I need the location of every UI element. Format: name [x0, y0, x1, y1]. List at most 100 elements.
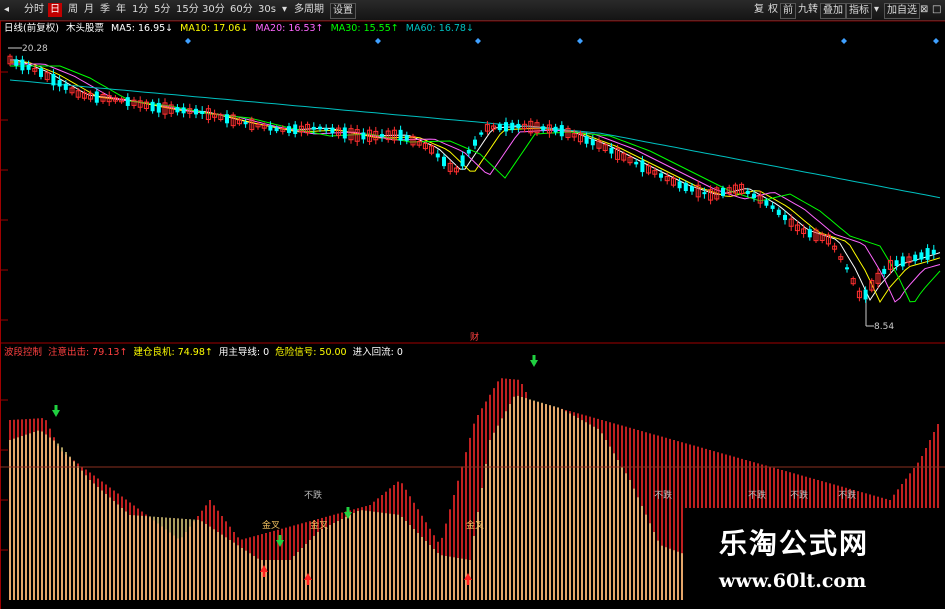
- indicator-value-1: 注意出击: 79.13↑: [48, 347, 128, 358]
- candle: [913, 254, 918, 262]
- candle: [51, 74, 56, 86]
- candle: [175, 107, 180, 113]
- watermark-url: www.60lt.com: [719, 570, 867, 592]
- candle: [243, 122, 248, 125]
- indicator-legend: 波段控制 注意出击: 79.13↑ 建仓良机: 74.98↑ 用主导线: 0 危…: [4, 347, 406, 359]
- buy-signal-label: 金叉: [310, 521, 329, 531]
- indicator-value-5: 进入回流: 0: [352, 347, 403, 358]
- candle: [274, 127, 279, 132]
- ma60-value: MA60: 16.78↓: [405, 23, 474, 34]
- period-label: 日线(前复权): [4, 23, 59, 34]
- candle: [473, 139, 477, 146]
- sell-signal-label: 不跌: [790, 491, 809, 501]
- candle: [659, 173, 663, 178]
- candle: [181, 107, 186, 114]
- event-diamond-icon: [933, 38, 939, 44]
- candle: [39, 68, 43, 77]
- candle: [516, 123, 521, 129]
- buy-signal-label: 金叉: [466, 521, 485, 531]
- candle: [584, 136, 589, 144]
- sell-signal-label: 不跌: [748, 491, 767, 501]
- candle: [702, 192, 707, 195]
- candle: [156, 102, 161, 113]
- candle: [404, 135, 409, 141]
- ma10-line: [10, 61, 941, 304]
- candle: [745, 190, 750, 195]
- ma30-value: MA30: 15.55↑: [330, 23, 399, 34]
- candle: [510, 122, 515, 131]
- candle: [318, 126, 322, 130]
- candle: [721, 187, 725, 197]
- ma5-line: [10, 59, 941, 302]
- event-diamond-icon: [185, 38, 191, 44]
- candle: [640, 160, 645, 173]
- candle: [20, 59, 25, 71]
- candle: [311, 126, 316, 130]
- candle: [677, 181, 682, 189]
- indicator-value-3: 用主导线: 0: [218, 347, 270, 358]
- candle: [342, 127, 347, 139]
- candle: [287, 126, 291, 133]
- low-price-label: 8.54: [874, 322, 895, 332]
- ma-legend: 日线(前复权) 木头股票 MA5: 16.95↓ MA10: 17.06↓ MA…: [4, 23, 478, 35]
- candle: [894, 260, 899, 267]
- candle: [293, 124, 298, 135]
- candle: [919, 252, 924, 260]
- event-diamond-icon: [841, 38, 847, 44]
- stock-name: 木头股票: [65, 23, 104, 34]
- candle: [683, 182, 688, 192]
- candle: [752, 193, 756, 199]
- candle: [150, 101, 155, 112]
- buy-arrow-icon: [262, 572, 266, 577]
- ma5-value: MA5: 16.95↓: [111, 23, 174, 34]
- candle: [634, 161, 639, 165]
- candle: [200, 111, 205, 114]
- candle: [225, 114, 229, 124]
- candle: [268, 125, 273, 131]
- candle: [764, 200, 769, 206]
- candle: [63, 83, 68, 90]
- candle: [541, 126, 546, 131]
- candle: [466, 149, 471, 154]
- candle: [324, 128, 329, 131]
- candle: [435, 153, 440, 158]
- sell-arrow-icon: [530, 360, 538, 367]
- candle: [559, 125, 564, 137]
- candle: [863, 289, 868, 300]
- candle: [380, 134, 384, 137]
- candle: [57, 80, 62, 87]
- ma20-value: MA20: 16.53↑: [255, 23, 324, 34]
- candle: [770, 205, 775, 209]
- candle: [900, 256, 905, 267]
- event-diamond-icon: [577, 38, 583, 44]
- candle: [460, 155, 465, 167]
- candle: [882, 268, 887, 274]
- candle: [553, 126, 558, 133]
- sell-arrow-icon: [346, 507, 350, 512]
- candle: [925, 248, 930, 260]
- ma20-line: [10, 63, 941, 303]
- candle: [398, 129, 403, 141]
- candle: [330, 127, 335, 134]
- candle: [94, 91, 99, 103]
- candle: [14, 59, 19, 66]
- finance-marker[interactable]: 财: [470, 330, 479, 343]
- candle: [125, 97, 130, 106]
- indicator-name: 波段控制: [4, 347, 43, 358]
- sell-signal-label: 不跌: [304, 491, 323, 501]
- watermark: 乐淘公式网 www.60lt.com: [683, 508, 945, 609]
- ma30-line: [10, 65, 941, 303]
- sell-arrow-icon: [532, 355, 536, 360]
- candle: [845, 267, 849, 270]
- candle: [783, 214, 787, 221]
- candle: [609, 147, 614, 154]
- sell-arrow-icon: [278, 535, 282, 540]
- buy-arrow-icon: [466, 580, 470, 585]
- candle: [479, 132, 484, 135]
- sell-signal-label: 不跌: [654, 491, 673, 501]
- event-diamond-icon: [375, 38, 381, 44]
- candle: [807, 229, 812, 238]
- candle: [690, 186, 694, 192]
- candle: [194, 108, 198, 115]
- candle: [590, 139, 595, 146]
